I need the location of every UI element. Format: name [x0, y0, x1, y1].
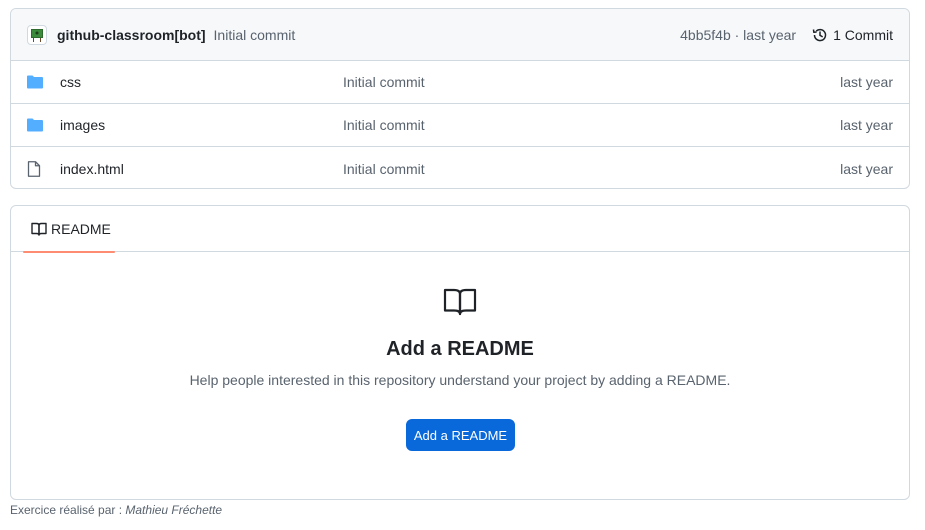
file-name-link[interactable]: css [60, 74, 343, 90]
book-icon [31, 222, 47, 236]
footer-credit: Exercice réalisé par : Mathieu Fréchette [10, 503, 222, 517]
file-commit-time: last year [840, 74, 893, 90]
readme-tab-bar: README [11, 206, 909, 253]
file-row-index-html[interactable]: index.html Initial commit last year [11, 147, 909, 188]
footer-prefix: Exercice réalisé par : [10, 503, 126, 517]
file-commit-message[interactable]: Initial commit [343, 74, 425, 90]
file-commit-time: last year [840, 160, 893, 177]
avatar[interactable] [27, 24, 47, 45]
file-row-images[interactable]: images Initial commit last year [11, 104, 909, 147]
history-icon [812, 28, 827, 41]
file-browser: github-classroom[bot] Initial commit 4bb… [10, 8, 910, 189]
readme-empty-state: Add a README Help people interested in t… [11, 252, 909, 500]
readme-panel: README Add a README Help people interest… [10, 205, 910, 500]
footer-author: Mathieu Fréchette [125, 503, 223, 517]
commits-history-link[interactable]: 1 Commit [812, 27, 893, 43]
folder-icon [27, 117, 45, 133]
commit-sha-time[interactable]: 4bb5f4b · last year [680, 27, 796, 43]
folder-icon [27, 74, 45, 90]
file-commit-message[interactable]: Initial commit [343, 117, 425, 133]
tab-readme-label: README [51, 221, 111, 237]
file-name-link[interactable]: images [60, 117, 343, 133]
commits-count: 1 Commit [833, 26, 893, 43]
commit-author[interactable]: github-classroom[bot] [57, 27, 206, 43]
file-commit-message[interactable]: Initial commit [343, 161, 425, 177]
tab-readme[interactable]: README [23, 206, 115, 253]
book-icon [443, 288, 477, 316]
latest-commit-bar: github-classroom[bot] Initial commit 4bb… [11, 9, 909, 61]
add-readme-button[interactable]: Add a README [406, 419, 515, 451]
file-row-css[interactable]: css Initial commit last year [11, 61, 909, 104]
file-icon [27, 160, 45, 177]
file-name-link[interactable]: index.html [60, 161, 343, 177]
empty-state-description: Help people interested in this repositor… [189, 372, 731, 388]
file-commit-time: last year [840, 117, 893, 133]
empty-state-title: Add a README [386, 338, 534, 360]
commit-message[interactable]: Initial commit [214, 27, 296, 43]
